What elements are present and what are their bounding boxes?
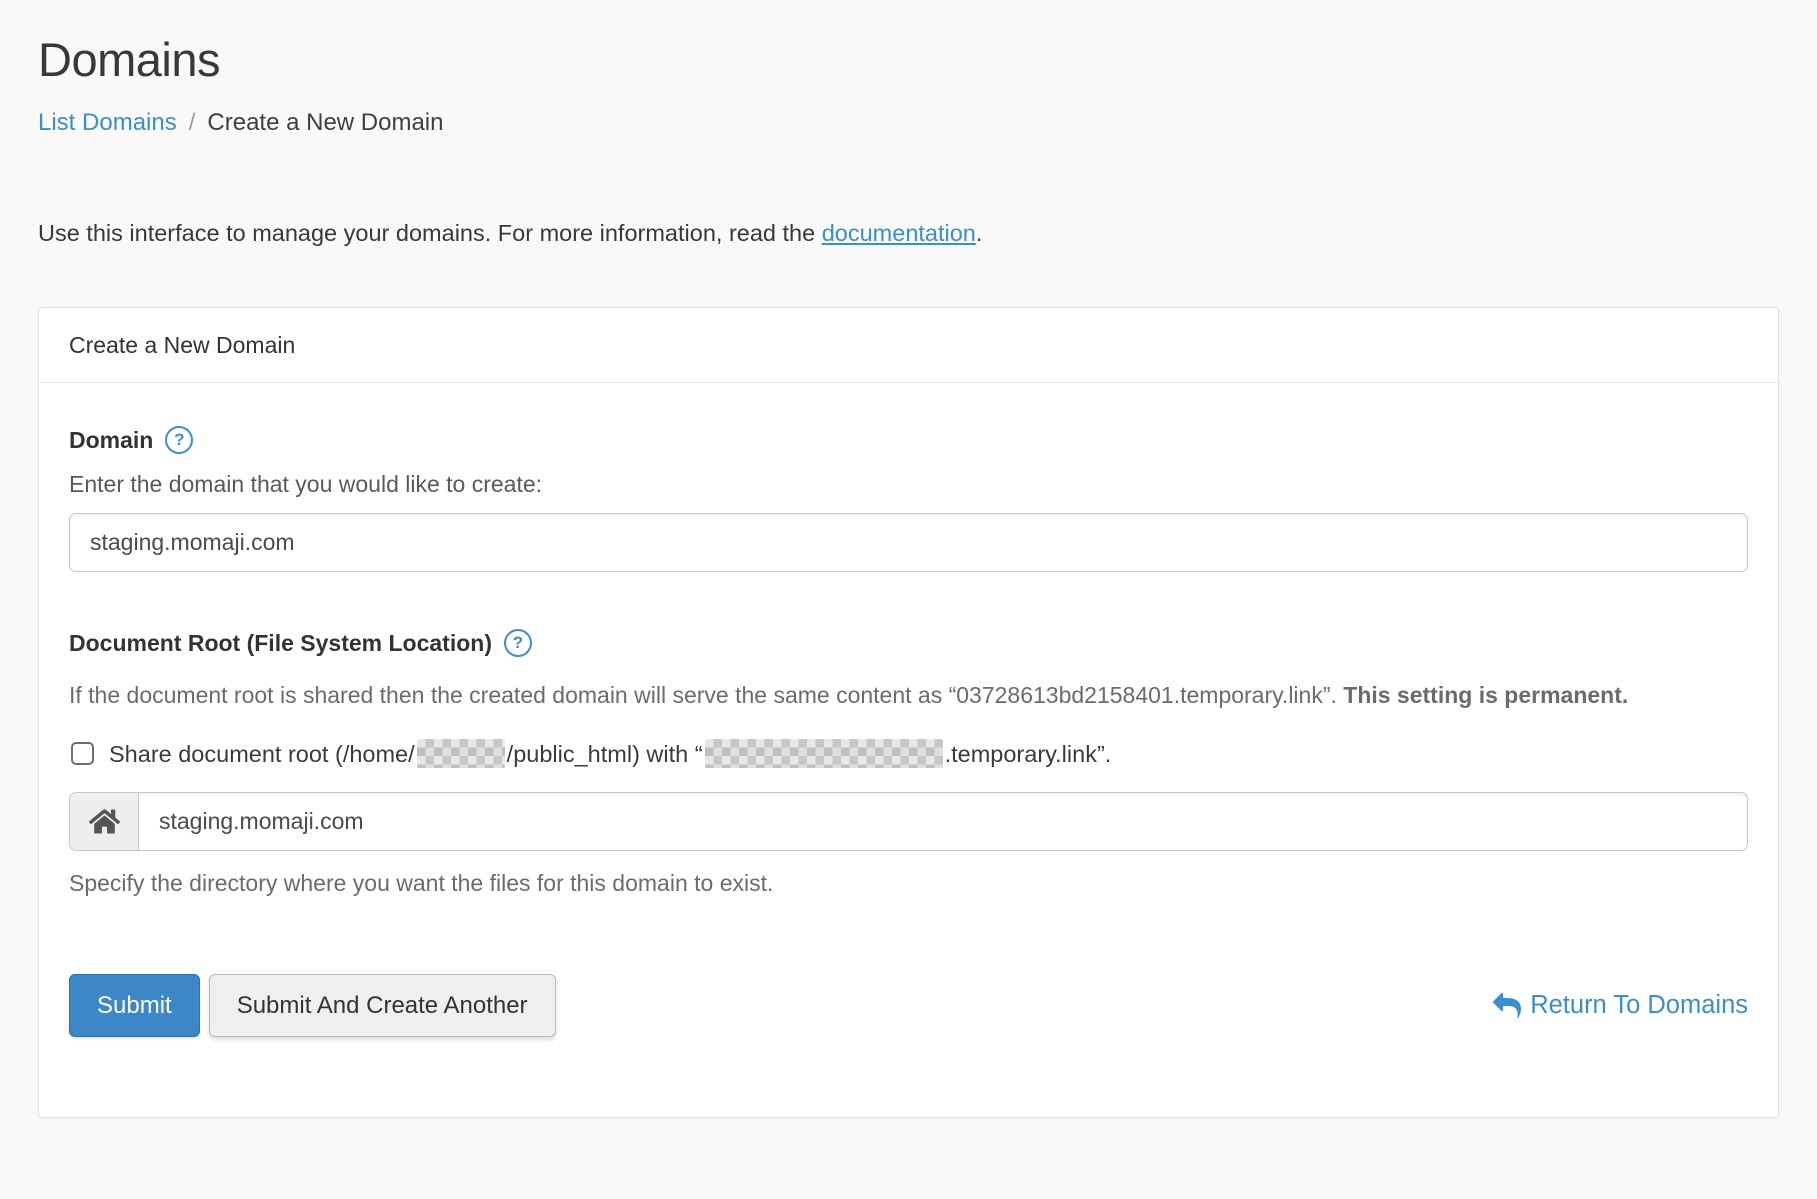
breadcrumb-separator: / — [177, 109, 208, 136]
domain-label-row: Domain ? — [69, 425, 1748, 455]
docroot-label: Document Root (File System Location) — [69, 628, 492, 658]
actions-row: Submit Submit And Create Another Return … — [69, 974, 1748, 1037]
page: Domains List Domains/Create a New Domain… — [0, 0, 1817, 1118]
domain-help-icon[interactable]: ? — [165, 426, 193, 454]
share-docroot-row: Share document root (/home/ /public_html)… — [69, 739, 1748, 768]
docroot-input-group — [69, 792, 1748, 851]
redacted-username — [417, 739, 505, 768]
documentation-link[interactable]: documentation — [822, 220, 976, 246]
breadcrumb-link-list-domains[interactable]: List Domains — [38, 109, 177, 136]
page-title: Domains — [38, 30, 1779, 89]
docroot-help-icon[interactable]: ? — [504, 629, 532, 657]
return-arrow-icon — [1493, 992, 1521, 1020]
return-link-label: Return To Domains — [1530, 991, 1748, 1020]
redacted-temporary-domain — [705, 739, 943, 768]
docroot-section: Document Root (File System Location) ? I… — [69, 628, 1748, 900]
breadcrumb-current: Create a New Domain — [207, 109, 443, 136]
intro-text: Use this interface to manage your domain… — [38, 216, 1779, 250]
create-domain-panel: Create a New Domain Domain ? Enter the d… — [38, 307, 1779, 1118]
home-icon — [69, 792, 139, 851]
domain-section: Domain ? Enter the domain that you would… — [69, 425, 1748, 572]
panel-body: Domain ? Enter the domain that you would… — [39, 383, 1778, 1117]
share-label-middle: /public_html) with “ — [507, 741, 703, 767]
domain-label: Domain — [69, 425, 153, 455]
docroot-description-bold: This setting is permanent. — [1343, 682, 1628, 708]
domain-description: Enter the domain that you would like to … — [69, 468, 1748, 501]
docroot-description: If the document root is shared then the … — [69, 678, 1748, 713]
domain-input-wrap — [69, 513, 1748, 572]
share-label-prefix: Share document root (/home/ — [109, 741, 415, 767]
docroot-description-text: If the document root is shared then the … — [69, 682, 1343, 708]
docroot-input-help: Specify the directory where you want the… — [69, 867, 1748, 900]
submit-and-create-another-button[interactable]: Submit And Create Another — [209, 974, 556, 1037]
submit-button[interactable]: Submit — [69, 974, 200, 1037]
intro-text-before: Use this interface to manage your domain… — [38, 220, 822, 246]
return-to-domains-link[interactable]: Return To Domains — [1493, 991, 1748, 1020]
panel-header: Create a New Domain — [39, 308, 1778, 383]
domain-input[interactable] — [69, 513, 1748, 572]
docroot-label-row: Document Root (File System Location) ? — [69, 628, 1748, 658]
share-label-suffix: .temporary.link”. — [945, 741, 1112, 767]
share-docroot-checkbox[interactable] — [71, 742, 94, 765]
docroot-input[interactable] — [139, 792, 1748, 851]
intro-text-after: . — [976, 220, 983, 246]
breadcrumb: List Domains/Create a New Domain — [38, 105, 1779, 141]
share-docroot-label: Share document root (/home/ /public_html)… — [109, 739, 1111, 768]
